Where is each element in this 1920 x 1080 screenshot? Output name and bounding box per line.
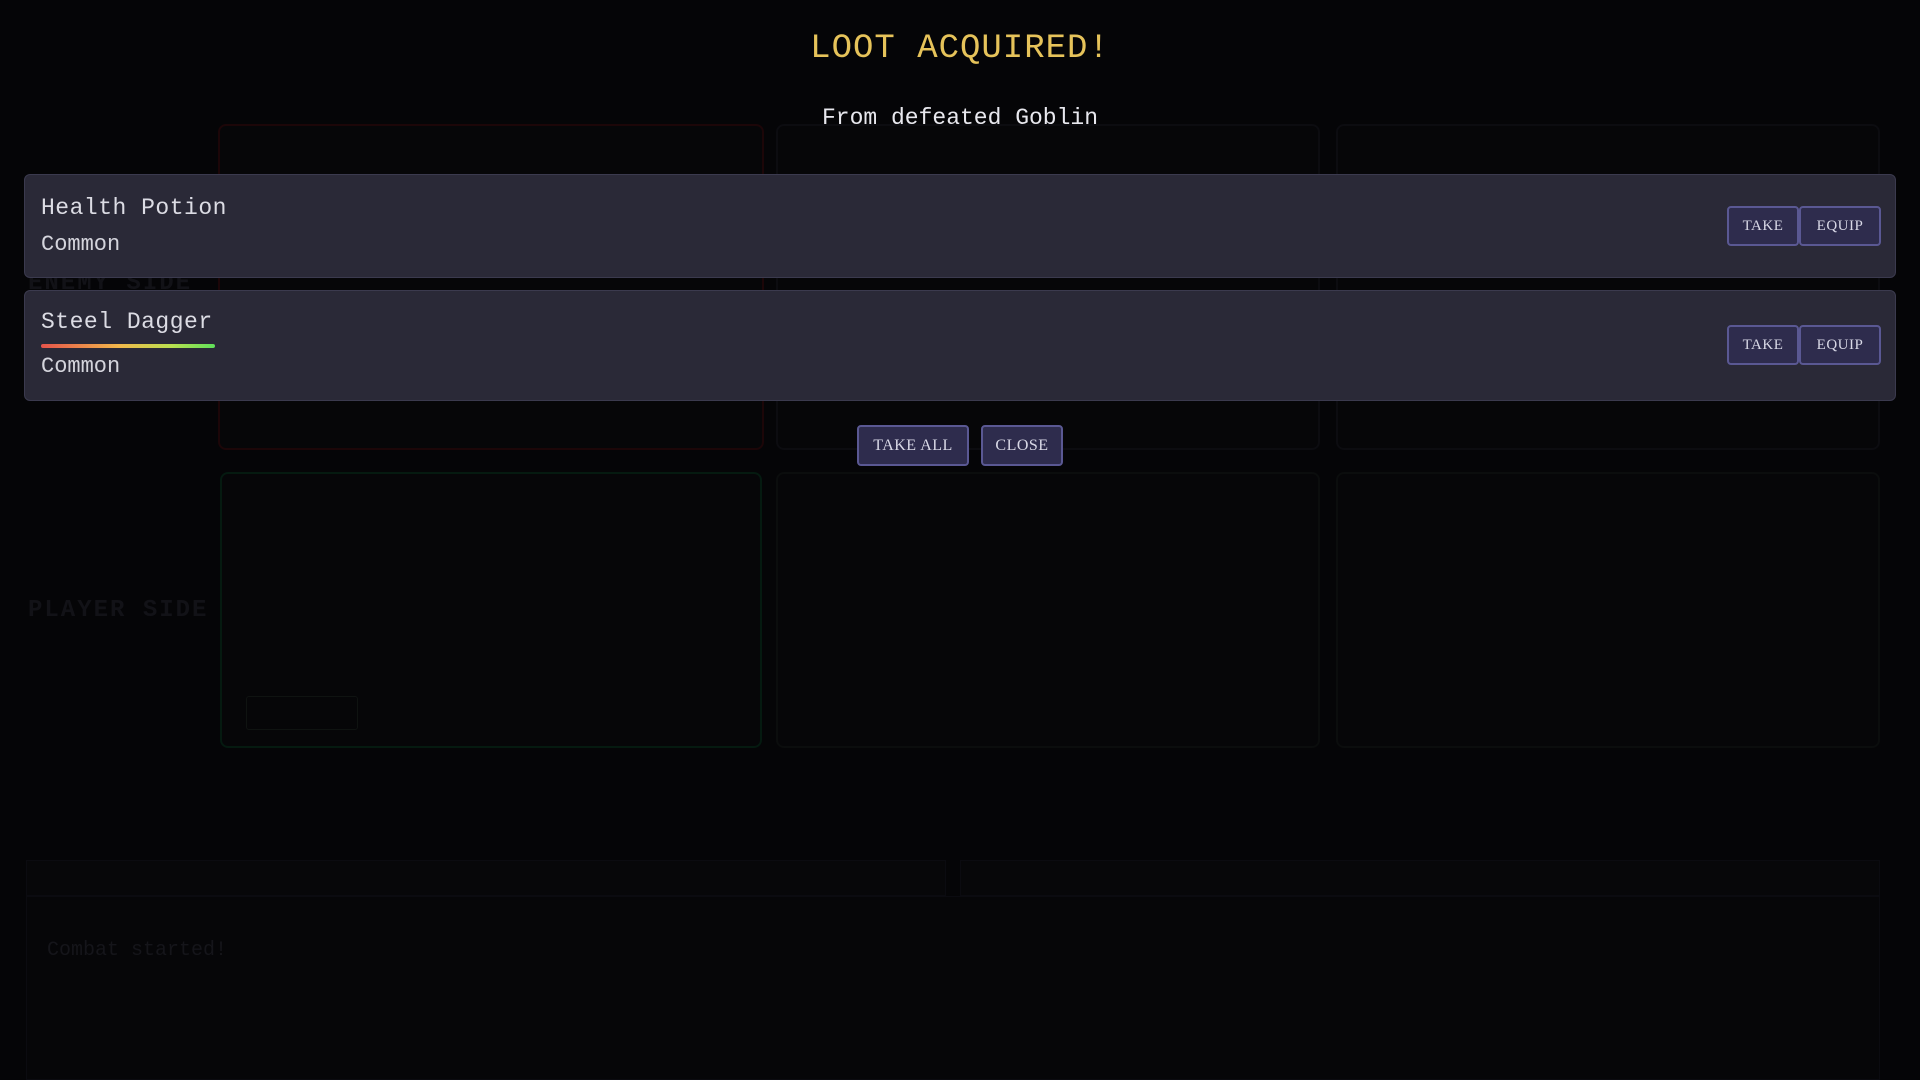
loot-item-rarity: Common xyxy=(41,354,121,379)
loot-overlay: LOOT ACQUIRED! From defeated Goblin Heal… xyxy=(0,0,1920,1080)
durability-bar xyxy=(41,344,215,348)
loot-item-steel-dagger: Steel Dagger Common TAKE EQUIP xyxy=(24,290,1896,401)
loot-item-rarity: Common xyxy=(41,232,121,257)
equip-button[interactable]: EQUIP xyxy=(1799,325,1881,365)
take-button[interactable]: TAKE xyxy=(1727,206,1799,246)
loot-item-health-potion: Health Potion Common TAKE EQUIP xyxy=(24,174,1896,278)
loot-subtitle: From defeated Goblin xyxy=(821,105,1099,131)
equip-button[interactable]: EQUIP xyxy=(1799,206,1881,246)
loot-item-name: Steel Dagger xyxy=(41,309,213,335)
game-screen: ENEMY SIDE PLAYER SIDE Combat started! L… xyxy=(0,0,1920,1080)
take-button[interactable]: TAKE xyxy=(1727,325,1799,365)
loot-title: LOOT ACQUIRED! xyxy=(810,30,1110,68)
close-button[interactable]: CLOSE xyxy=(981,425,1063,466)
take-all-button[interactable]: TAKE ALL xyxy=(857,425,969,466)
loot-item-name: Health Potion xyxy=(41,195,227,221)
